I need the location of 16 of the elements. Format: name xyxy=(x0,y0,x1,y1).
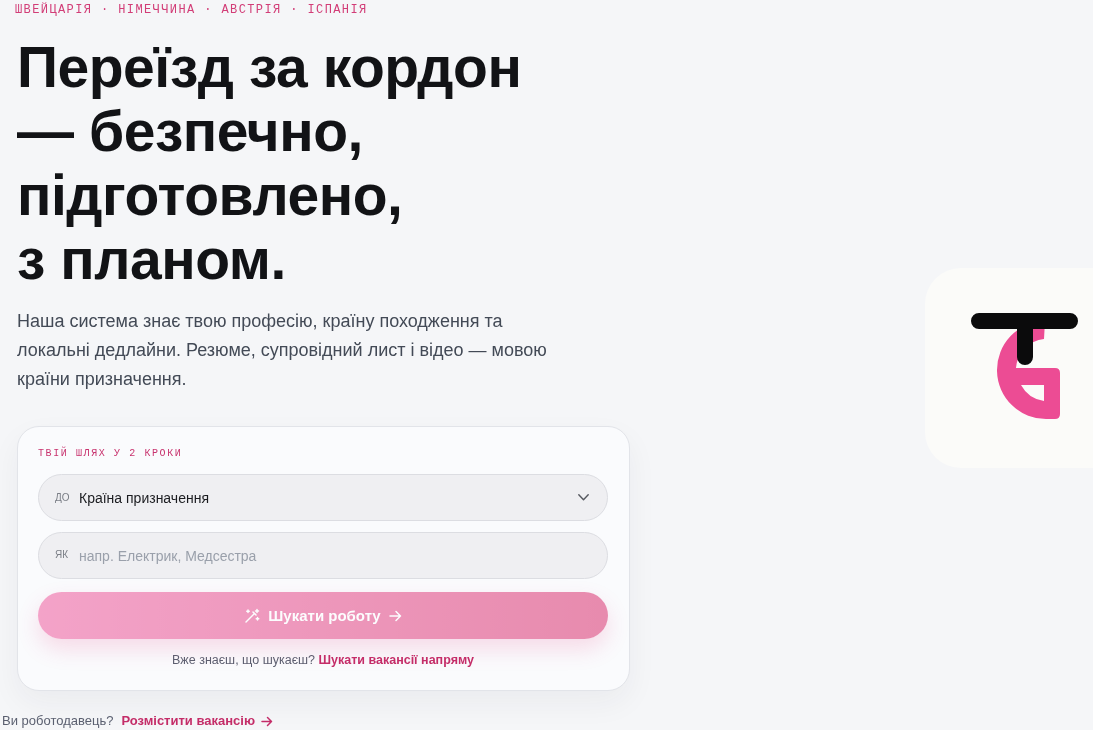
card-eyebrow: ТВІЙ ШЛЯХ У 2 КРОКИ xyxy=(38,447,184,461)
country-list: ШВЕЙЦАРІЯ · НІМЕЧЧИНА · АВСТРІЯ · ІСПАНІЯ xyxy=(15,3,569,17)
country-select[interactable]: ДО Країна призначення xyxy=(38,474,608,521)
field-label: ЯК xyxy=(55,549,70,561)
hero-description: Наша система знає твою професію, країну походження та локальні дедлайни. Резюме, супровідний лист і відео — мовою країни призначення. xyxy=(17,310,548,391)
employer-question: Ви роботодавець? xyxy=(2,712,114,730)
logo-icon xyxy=(925,268,1093,468)
chevron-down-icon xyxy=(578,494,589,501)
hint-text: Вже знаєш, що шукаєш? xyxy=(172,653,316,667)
magic-wand-icon xyxy=(244,607,261,624)
arrow-right-icon xyxy=(388,609,402,622)
arrow-right-icon xyxy=(261,715,274,727)
hero-heading: Переїзд за кордон — безпечно, підготовлено, з планом. xyxy=(17,35,523,291)
field-label: ДО xyxy=(55,491,71,504)
direct-search-link[interactable]: Шукати вакансії напряму xyxy=(318,653,474,667)
post-vacancy-link[interactable]: Розмістити вакансію xyxy=(121,712,274,730)
